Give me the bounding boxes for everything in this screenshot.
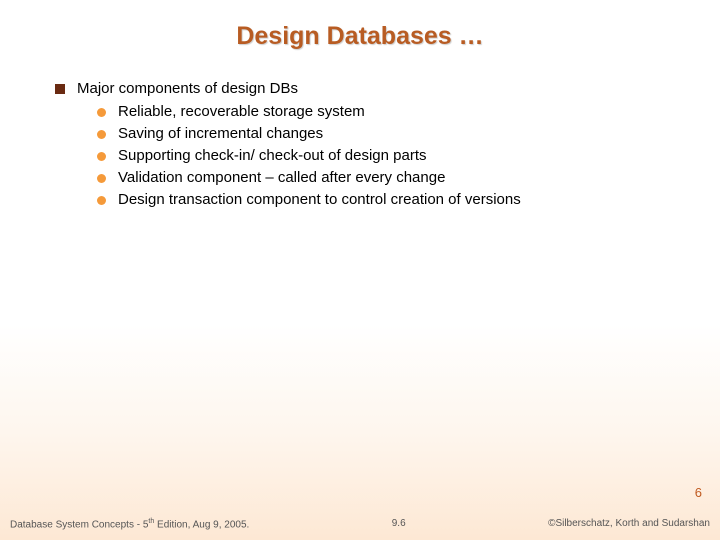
footer-left-b: Edition, Aug 9, 2005. xyxy=(154,519,249,530)
circle-bullet-icon xyxy=(97,196,106,205)
list-item: Design transaction component to control … xyxy=(97,191,680,208)
slide-body: Major components of design DBs Reliable,… xyxy=(55,80,680,213)
page-number-badge: 6 xyxy=(695,485,702,500)
list-item-text: Major components of design DBs xyxy=(77,80,298,97)
list-item-text: Design transaction component to control … xyxy=(118,191,521,208)
list-item: Reliable, recoverable storage system xyxy=(97,103,680,120)
footer-left: Database System Concepts - 5th Edition, … xyxy=(10,518,249,530)
list-item: Major components of design DBs xyxy=(55,80,680,97)
circle-bullet-icon xyxy=(97,130,106,139)
slide: Design Databases … Major components of d… xyxy=(0,0,720,540)
footer-right: ©Silberschatz, Korth and Sudarshan xyxy=(548,518,710,530)
circle-bullet-icon xyxy=(97,108,106,117)
list-item-text: Saving of incremental changes xyxy=(118,125,323,142)
footer: Database System Concepts - 5th Edition, … xyxy=(0,518,720,530)
circle-bullet-icon xyxy=(97,152,106,161)
slide-title: Design Databases … xyxy=(0,22,720,51)
list-item: Saving of incremental changes xyxy=(97,125,680,142)
circle-bullet-icon xyxy=(97,174,106,183)
list-item-text: Supporting check-in/ check-out of design… xyxy=(118,147,427,164)
footer-center: 9.6 xyxy=(392,518,406,530)
list-item-text: Validation component – called after ever… xyxy=(118,169,445,186)
list-item: Supporting check-in/ check-out of design… xyxy=(97,147,680,164)
list-item: Validation component – called after ever… xyxy=(97,169,680,186)
list-item-text: Reliable, recoverable storage system xyxy=(118,103,365,120)
square-bullet-icon xyxy=(55,84,65,94)
footer-left-a: Database System Concepts - 5 xyxy=(10,519,148,530)
